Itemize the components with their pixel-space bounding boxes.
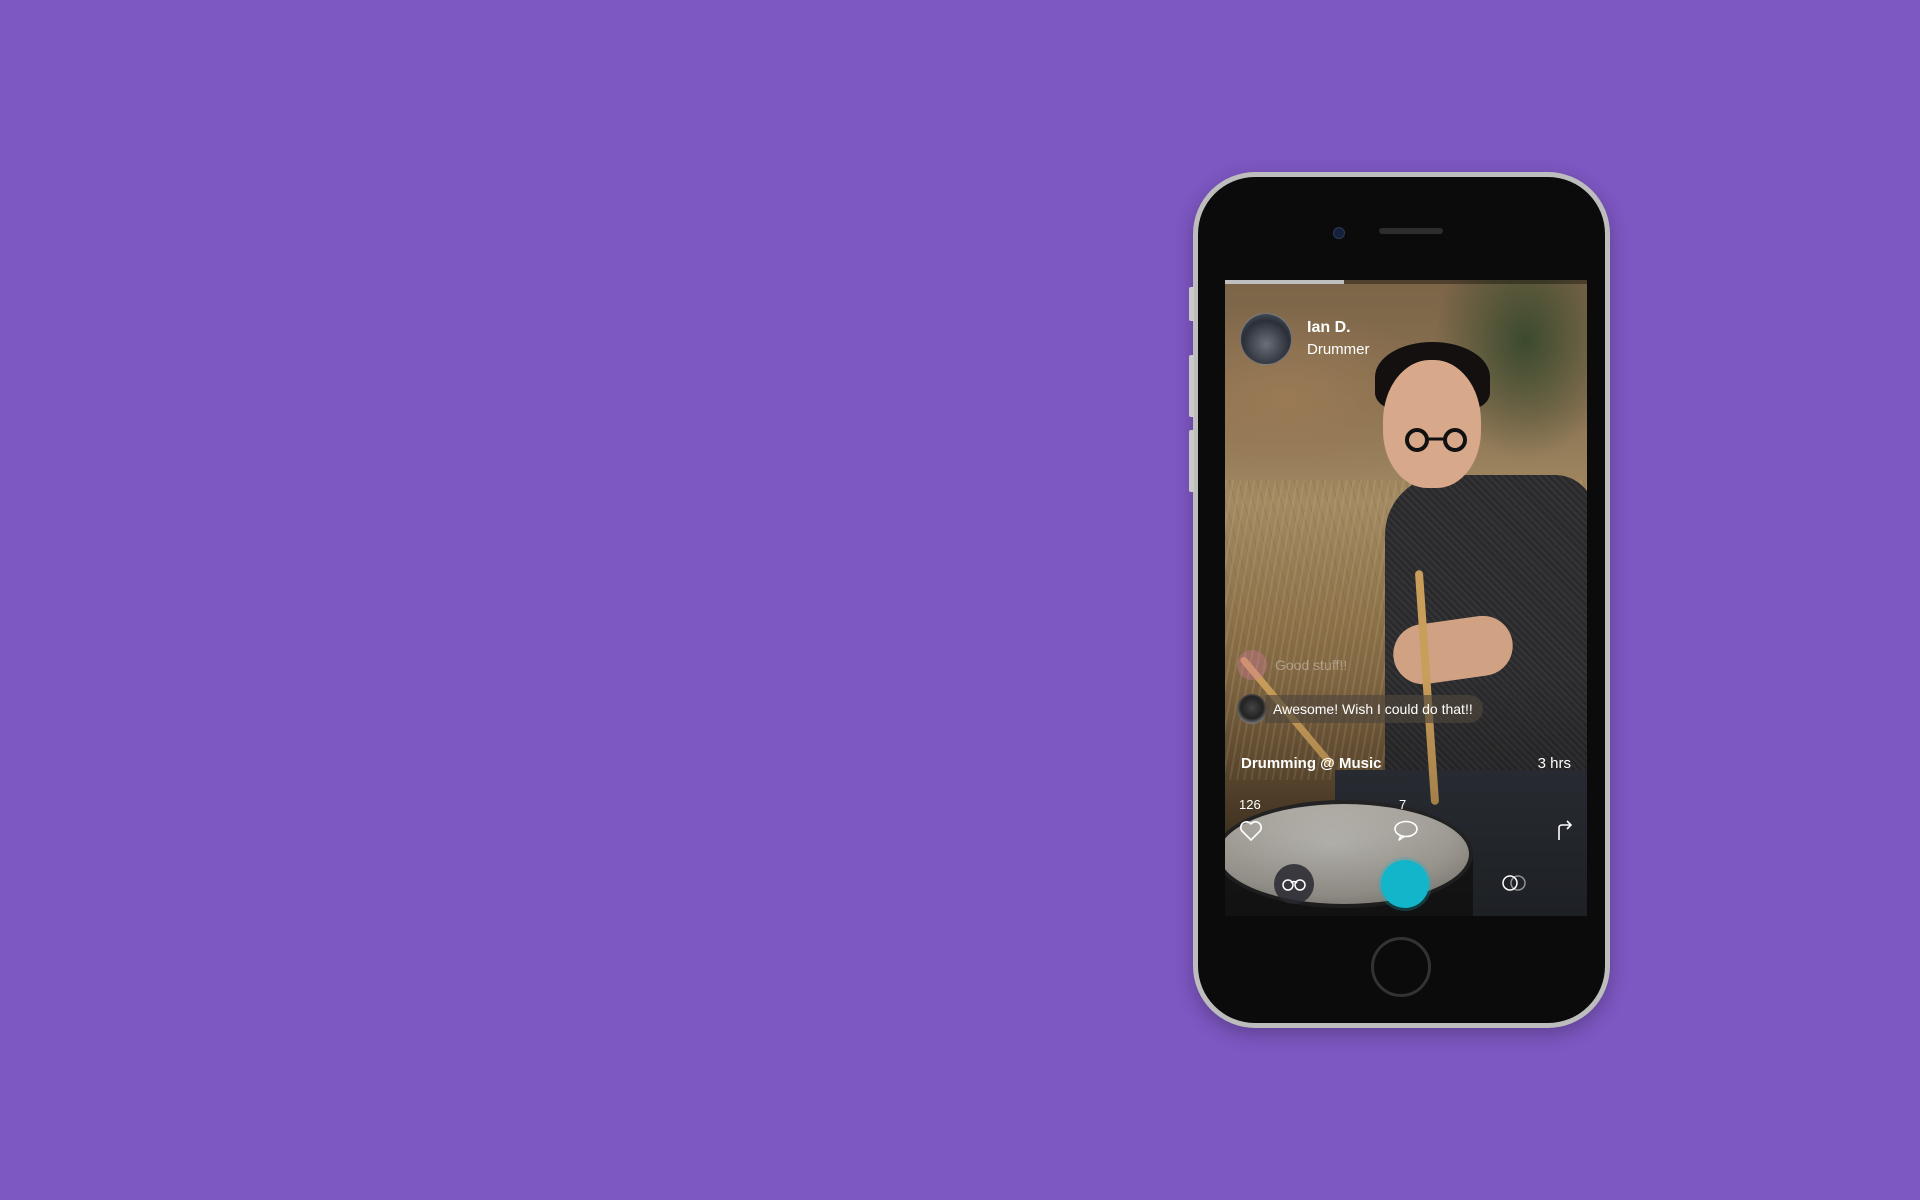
glasses-button[interactable] [1274,864,1314,904]
post-title: Drumming @ Music [1241,755,1382,772]
overlap-circles-icon[interactable] [1501,874,1529,892]
avatar[interactable] [1240,313,1292,365]
phone-mockup: Ian D. Drummer Good stuff!! Awesome! Wis… [1189,172,1610,1028]
volume-up-button [1189,355,1194,417]
record-button[interactable] [1381,860,1429,908]
heart-icon[interactable] [1239,820,1263,842]
home-button[interactable] [1371,937,1431,997]
commenter-avatar [1237,650,1267,680]
commenter-avatar [1237,694,1267,724]
volume-down-button [1189,430,1194,492]
story-progress-track [1225,280,1587,284]
user-role: Drummer [1307,341,1370,358]
comments-count: 7 [1399,797,1407,812]
phone-body: Ian D. Drummer Good stuff!! Awesome! Wis… [1198,177,1605,1023]
front-camera [1333,227,1345,239]
earpiece-speaker [1379,228,1443,234]
comment-item: Awesome! Wish I could do that!! [1237,694,1483,724]
story-screen[interactable]: Ian D. Drummer Good stuff!! Awesome! Wis… [1225,280,1587,916]
comment-item: Good stuff!! [1237,650,1357,680]
profile-names: Ian D. Drummer [1307,317,1370,361]
story-progress-fill [1225,280,1345,284]
mute-switch [1189,287,1194,321]
glasses-icon [1282,879,1306,891]
comment-text: Good stuff!! [1275,657,1348,673]
post-caption-row: Drumming @ Music 3 hrs [1241,755,1571,772]
share-arrow-icon[interactable] [1555,820,1575,842]
likes-count: 126 [1239,797,1261,812]
speech-bubble-icon[interactable] [1393,820,1419,842]
photo-drummer-face [1383,360,1481,488]
profile-header[interactable]: Ian D. Drummer [1240,313,1370,365]
user-name[interactable]: Ian D. [1307,317,1370,339]
comment-text: Awesome! Wish I could do that!! [1265,695,1483,723]
post-time: 3 hrs [1537,755,1571,772]
photo-glasses [1405,428,1467,452]
